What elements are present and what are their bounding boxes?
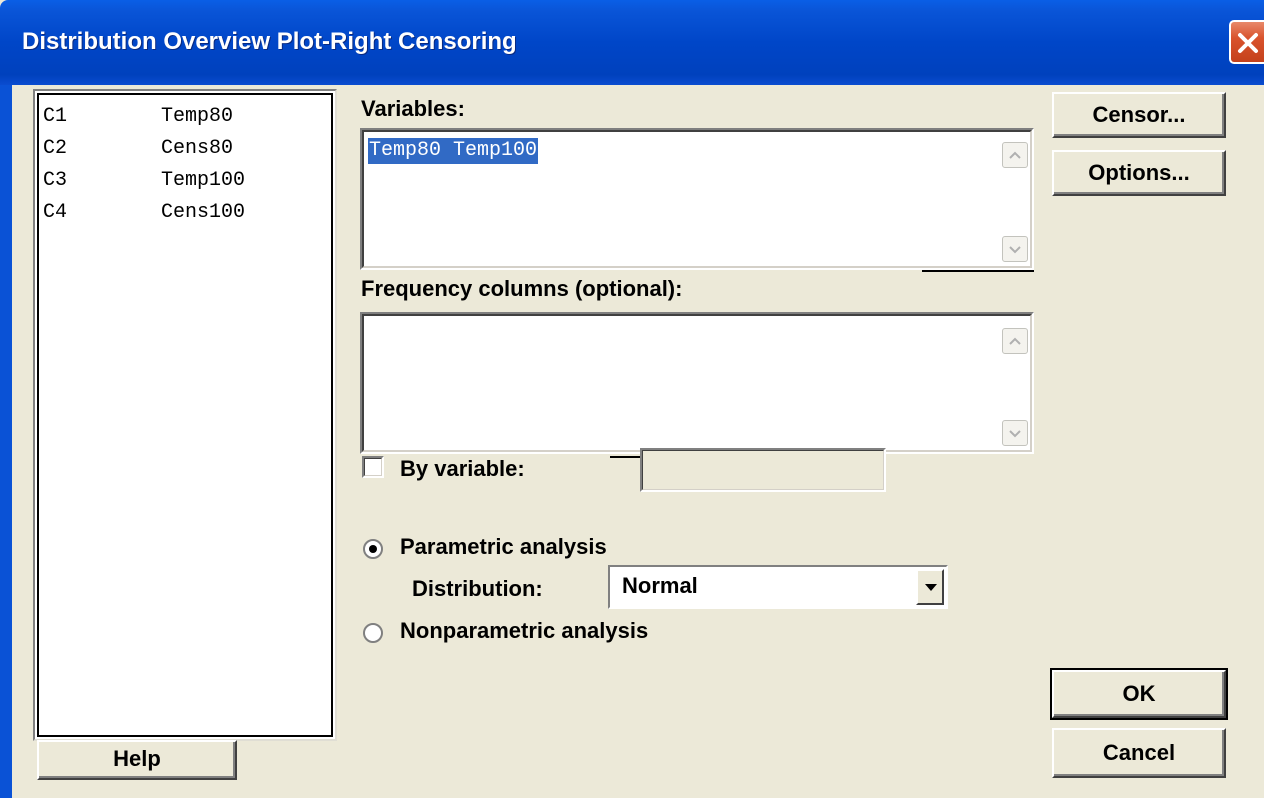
scroll-up-button[interactable] <box>1002 142 1028 168</box>
columns-listbox[interactable]: C1 Temp80 C2 Cens80 C3 Temp100 C4 Cens10… <box>33 89 337 741</box>
variables-label: Variables: <box>361 96 465 121</box>
column-name: Cens100 <box>161 201 246 224</box>
by-variable-field[interactable] <box>640 448 886 492</box>
options-button[interactable]: Options... <box>1052 150 1226 196</box>
frequency-label: Frequency columns (optional): <box>361 276 683 301</box>
close-icon <box>1238 33 1258 53</box>
frequency-field[interactable] <box>360 312 1034 454</box>
ok-button[interactable]: OK <box>1050 668 1228 720</box>
divider <box>922 270 1034 272</box>
scroll-down-icon <box>1009 246 1021 254</box>
scroll-up-icon <box>1009 151 1021 159</box>
dropdown-button[interactable] <box>916 569 944 605</box>
by-variable-checkbox[interactable] <box>362 456 384 478</box>
column-name: Temp100 <box>161 169 246 192</box>
censor-button[interactable]: Censor... <box>1052 92 1226 138</box>
column-id: C4 <box>43 201 68 224</box>
title-bar[interactable]: Distribution Overview Plot-Right Censori… <box>0 0 1264 85</box>
window-title: Distribution Overview Plot-Right Censori… <box>22 28 517 55</box>
by-variable-label: By variable: <box>400 456 525 481</box>
frequency-scrollbar[interactable] <box>1002 318 1028 448</box>
parametric-label: Parametric analysis <box>400 534 607 559</box>
variables-selected-text: Temp80 Temp100 <box>368 138 539 164</box>
help-button[interactable]: Help <box>37 740 237 780</box>
scroll-up-button[interactable] <box>1002 328 1028 354</box>
scroll-up-icon <box>1009 337 1021 345</box>
column-id: C2 <box>43 137 68 160</box>
distribution-label: Distribution: <box>412 576 543 601</box>
scroll-down-button[interactable] <box>1002 236 1028 262</box>
window-left-border <box>0 85 12 798</box>
nonparametric-label: Nonparametric analysis <box>400 618 649 643</box>
nonparametric-radio[interactable] <box>362 622 384 644</box>
scroll-down-button[interactable] <box>1002 420 1028 446</box>
column-name: Cens80 <box>161 137 234 160</box>
dialog-window: Distribution Overview Plot-Right Censori… <box>0 0 1264 798</box>
scroll-down-icon <box>1009 430 1021 438</box>
distribution-dropdown[interactable]: Normal <box>608 565 948 609</box>
close-button[interactable] <box>1229 20 1264 64</box>
distribution-value: Normal <box>622 573 698 598</box>
chevron-down-icon <box>925 584 937 591</box>
variables-field[interactable]: Temp80 Temp100 <box>360 128 1034 270</box>
column-name: Temp80 <box>161 105 234 128</box>
column-id: C1 <box>43 105 68 128</box>
parametric-radio[interactable] <box>362 538 384 560</box>
divider <box>610 456 640 458</box>
column-id: C3 <box>43 169 68 192</box>
cancel-button[interactable]: Cancel <box>1052 728 1226 778</box>
variables-scrollbar[interactable] <box>1002 134 1028 264</box>
